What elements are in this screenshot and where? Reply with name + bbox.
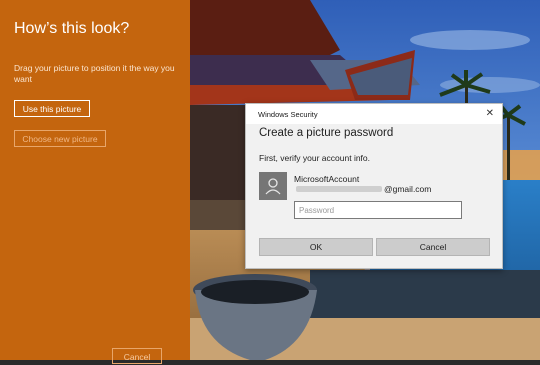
windows-security-dialog: Windows Security ✕ Create a picture pass… [245,103,503,269]
account-email: @gmail.com [384,184,432,194]
cancel-button[interactable]: Cancel [376,238,490,256]
dialog-window-title: Windows Security [258,110,318,119]
panel-title: How’s this look? [14,20,130,37]
panel-cancel-button[interactable]: Cancel [112,348,162,364]
email-redaction [296,186,382,192]
user-icon [265,178,281,195]
dialog-subtext: First, verify your account info. [259,153,371,163]
avatar [259,172,287,200]
dialog-titlebar: Windows Security ✕ [246,104,502,124]
use-this-picture-button[interactable]: Use this picture [14,100,90,117]
picture-setup-panel: How’s this look? Drag your picture to po… [0,0,190,364]
ok-button[interactable]: OK [259,238,373,256]
account-name: MicrosoftAccount [294,174,360,184]
panel-instructions: Drag your picture to position it the way… [14,63,175,84]
choose-new-picture-button[interactable]: Choose new picture [14,130,106,147]
close-icon[interactable]: ✕ [486,108,494,120]
dialog-heading: Create a picture password [259,127,394,139]
password-field[interactable] [294,201,462,219]
